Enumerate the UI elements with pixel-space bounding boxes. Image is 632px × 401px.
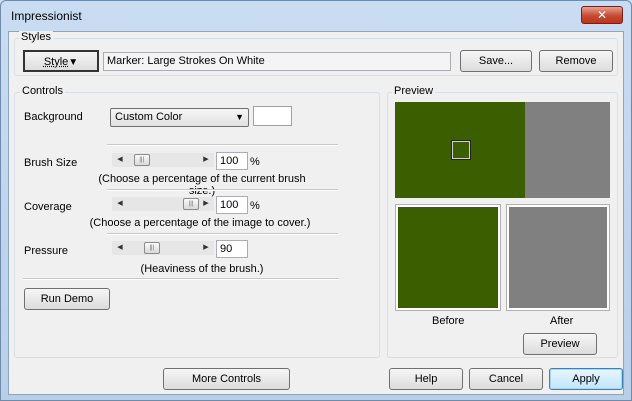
pressure-slider[interactable]: ◀ ||| ▶: [112, 241, 214, 255]
slider-right-arrow-icon[interactable]: ▶: [199, 242, 213, 254]
before-label: Before: [432, 315, 465, 327]
coverage-unit: %: [250, 200, 260, 212]
slider-left-arrow-icon[interactable]: ◀: [113, 198, 127, 210]
slider-right-arrow-icon[interactable]: ▶: [199, 198, 213, 210]
background-select-value: Custom Color: [115, 111, 183, 123]
divider: [107, 189, 338, 191]
close-icon: ✕: [596, 8, 608, 22]
background-label: Background: [24, 111, 83, 123]
dropdown-arrow-icon: ▼: [68, 57, 79, 68]
divider: [107, 233, 338, 235]
chevron-down-icon: ▼: [235, 112, 244, 122]
before-image: [398, 207, 498, 308]
brush-size-unit: %: [250, 156, 260, 168]
after-thumbnail: [506, 204, 610, 311]
style-button[interactable]: Style▼: [23, 50, 99, 72]
cancel-button[interactable]: Cancel: [469, 368, 543, 390]
window-title: Impressionist: [11, 9, 82, 23]
preview-region-marker[interactable]: [451, 140, 471, 160]
background-select[interactable]: Custom Color ▼: [110, 108, 249, 127]
pressure-label: Pressure: [24, 245, 69, 257]
close-button[interactable]: ✕: [581, 6, 623, 24]
brush-size-input[interactable]: 100: [216, 152, 248, 170]
style-button-label: Style: [43, 56, 69, 68]
before-thumbnail: [395, 204, 501, 311]
slider-left-arrow-icon[interactable]: ◀: [113, 242, 127, 254]
preview-image-unfilled: [525, 102, 610, 198]
current-style-field: Marker: Large Strokes On White: [103, 52, 451, 71]
slider-thumb[interactable]: |||: [133, 154, 150, 166]
divider: [23, 278, 339, 280]
after-image: [509, 207, 607, 308]
remove-button[interactable]: Remove: [539, 50, 613, 72]
styles-group-label: Styles: [19, 31, 53, 43]
dialog-body: Styles Style▼ Marker: Large Strokes On W…: [8, 31, 624, 395]
background-color-swatch[interactable]: [253, 106, 292, 126]
brush-size-hint: (Choose a percentage of the current brus…: [98, 173, 306, 197]
run-demo-button[interactable]: Run Demo: [24, 288, 110, 310]
divider: [107, 144, 338, 146]
brush-size-label: Brush Size: [24, 157, 78, 169]
save-button[interactable]: Save...: [460, 50, 532, 72]
after-label: After: [550, 315, 574, 327]
coverage-hint: (Choose a percentage of the image to cov…: [89, 217, 311, 229]
pressure-input[interactable]: 90: [216, 240, 248, 258]
help-button[interactable]: Help: [389, 368, 463, 390]
slider-thumb[interactable]: |||: [143, 242, 160, 254]
coverage-slider[interactable]: ◀ ||| ▶: [112, 197, 214, 211]
pressure-hint: (Heaviness of the brush.): [140, 263, 264, 275]
apply-button[interactable]: Apply: [549, 368, 623, 390]
impressionist-dialog: Impressionist ✕ Styles Style▼ Marker: La…: [0, 0, 632, 401]
controls-group-label: Controls: [20, 85, 65, 97]
slider-left-arrow-icon[interactable]: ◀: [113, 154, 127, 166]
slider-thumb[interactable]: |||: [183, 198, 199, 210]
preview-group-label: Preview: [392, 85, 436, 97]
preview-button[interactable]: Preview: [523, 333, 597, 355]
coverage-input[interactable]: 100: [216, 196, 248, 214]
slider-right-arrow-icon[interactable]: ▶: [199, 154, 213, 166]
more-controls-button[interactable]: More Controls: [163, 368, 290, 390]
coverage-label: Coverage: [24, 201, 72, 213]
brush-size-slider[interactable]: ◀ ||| ▶: [112, 153, 214, 167]
